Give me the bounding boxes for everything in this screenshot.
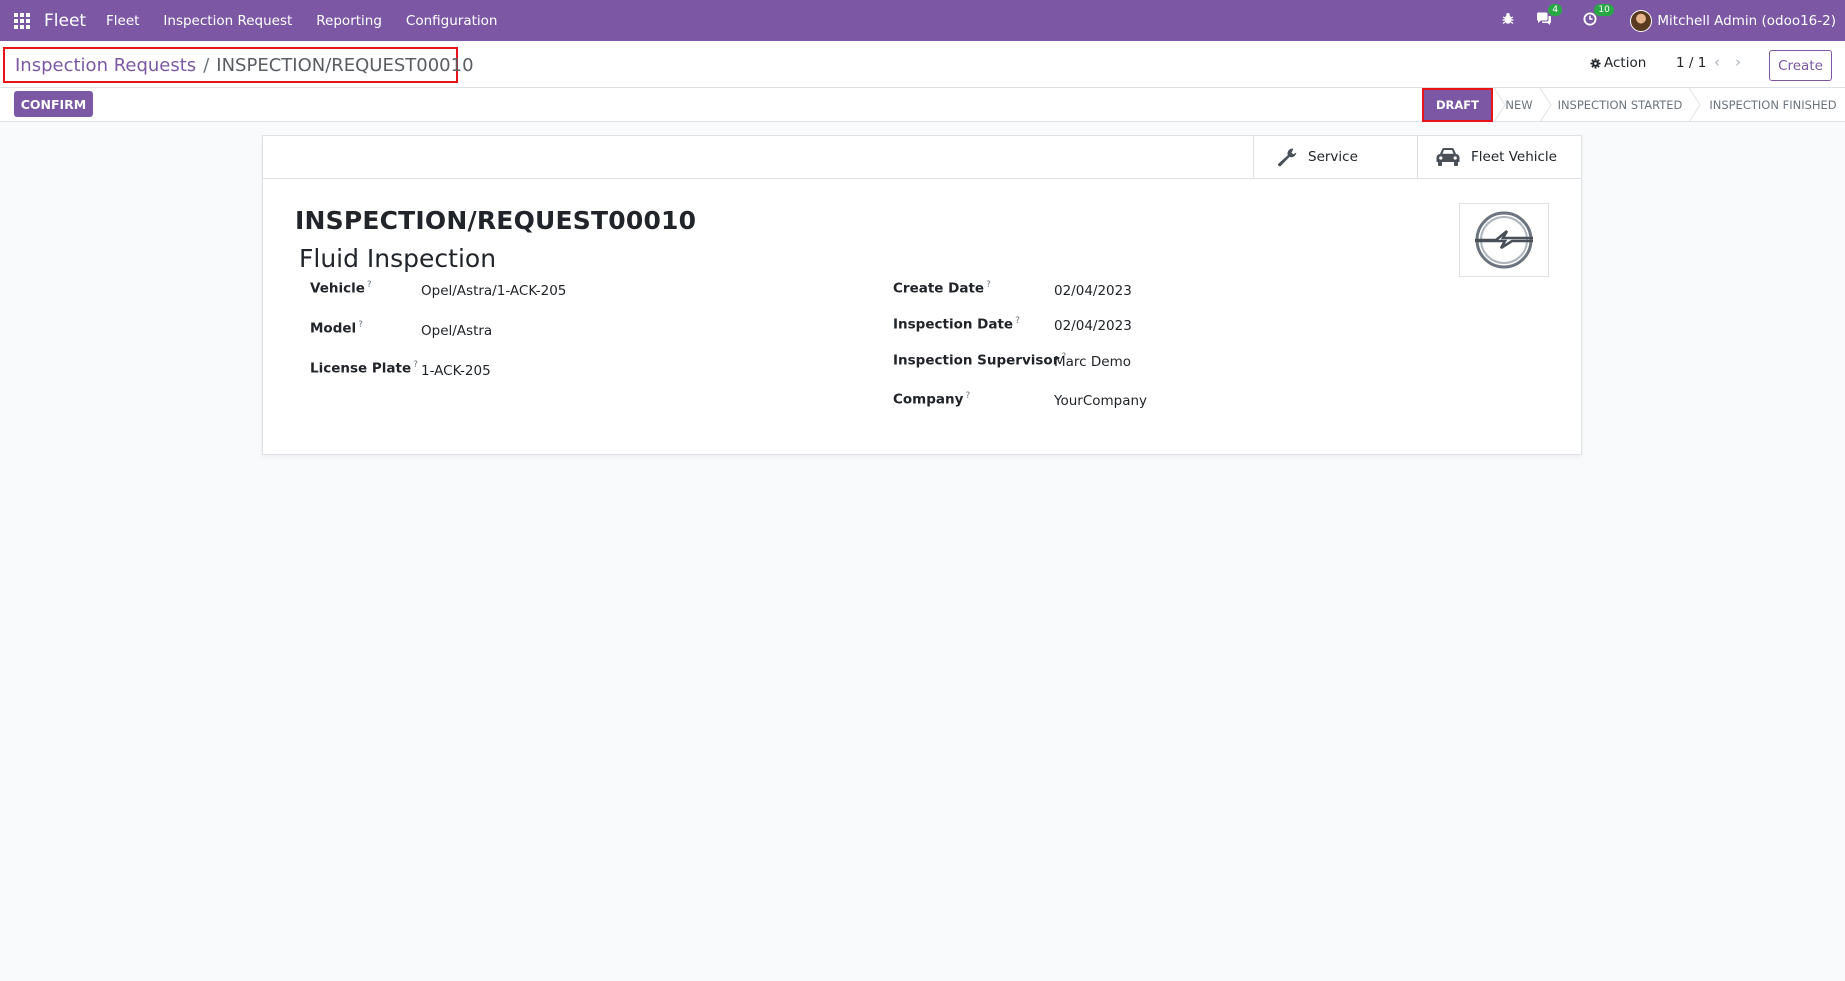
field-label-inspection-supervisor: Inspection Supervisor? <box>893 352 1067 369</box>
app-brand[interactable]: Fleet <box>44 11 86 31</box>
car-icon <box>1436 148 1460 166</box>
field-value-inspection-date[interactable]: 02/04/2023 <box>1054 318 1132 334</box>
main-menu: Fleet Inspection Request Reporting Confi… <box>106 13 521 29</box>
field-label-create-date: Create Date? <box>893 280 991 297</box>
pager-value[interactable]: 1 / 1 <box>1676 55 1706 71</box>
breadcrumb-current: INSPECTION/REQUEST00010 <box>216 54 474 76</box>
fleet-vehicle-label: Fleet Vehicle <box>1471 149 1557 165</box>
field-label-vehicle: Vehicle? <box>310 280 372 297</box>
field-value-vehicle[interactable]: Opel/Astra/1-ACK-205 <box>421 283 566 299</box>
field-label-company: Company? <box>893 391 971 408</box>
menu-item-reporting[interactable]: Reporting <box>316 13 382 29</box>
service-label: Service <box>1308 149 1358 165</box>
inspection-type[interactable]: Fluid Inspection <box>299 244 496 273</box>
gear-icon <box>1590 57 1601 69</box>
field-label-license-plate: License Plate? <box>310 360 418 377</box>
messages-chat-icon[interactable]: 4 <box>1534 3 1563 30</box>
stage-new[interactable]: NEW <box>1500 88 1538 122</box>
breadcrumb-parent-link[interactable]: Inspection Requests <box>15 55 196 76</box>
control-panel: Inspection Requests / INSPECTION/REQUEST… <box>0 41 1845 87</box>
top-navbar: Fleet Fleet Inspection Request Reporting… <box>0 0 1845 41</box>
smart-button-box: Service Fleet Vehicle <box>263 136 1581 179</box>
user-menu-name[interactable]: Mitchell Admin (odoo16-2) <box>1657 13 1836 29</box>
form-sheet: Service Fleet Vehicle INSPECTION/REQUEST… <box>262 135 1582 455</box>
apps-menu-icon[interactable] <box>14 13 30 29</box>
form-statusbar: CONFIRM DRAFT NEW INSPECTION STARTED INS… <box>0 87 1845 122</box>
activities-clock-icon[interactable]: 10 <box>1580 3 1614 30</box>
stage-arrow-divider <box>1540 88 1552 122</box>
vehicle-brand-logo[interactable] <box>1459 203 1549 277</box>
messages-count-badge: 4 <box>1548 3 1563 16</box>
stage-arrow-divider <box>1689 88 1701 122</box>
activities-count-badge: 10 <box>1594 3 1614 16</box>
menu-item-fleet[interactable]: Fleet <box>106 13 139 29</box>
breadcrumb-separator: / <box>203 54 210 76</box>
field-value-inspection-supervisor[interactable]: Marc Demo <box>1054 354 1131 370</box>
field-label-inspection-date: Inspection Date? <box>893 316 1020 333</box>
record-name: INSPECTION/REQUEST00010 <box>295 206 697 235</box>
debug-bug-icon[interactable] <box>1498 12 1518 29</box>
action-menu-button[interactable]: Action <box>1590 55 1646 71</box>
pager-previous-icon[interactable]: ‹ <box>1714 53 1720 71</box>
fleet-vehicle-smart-button[interactable]: Fleet Vehicle <box>1417 136 1581 178</box>
wrench-icon <box>1277 148 1297 167</box>
create-button[interactable]: Create <box>1769 50 1832 81</box>
navbar-systray: 4 10 Mitchell Admin (odoo16-2) <box>1498 0 1845 41</box>
stage-inspection-finished[interactable]: INSPECTION FINISHED <box>1706 88 1840 122</box>
menu-item-configuration[interactable]: Configuration <box>406 13 498 29</box>
pager-next-icon[interactable]: › <box>1735 53 1741 71</box>
field-value-create-date[interactable]: 02/04/2023 <box>1054 283 1132 299</box>
user-avatar[interactable] <box>1630 9 1653 32</box>
menu-item-inspection-request[interactable]: Inspection Request <box>163 13 292 29</box>
field-value-model[interactable]: Opel/Astra <box>421 323 492 339</box>
field-label-model: Model? <box>310 320 363 337</box>
action-label: Action <box>1604 55 1647 71</box>
opel-logo-icon <box>1475 211 1533 269</box>
breadcrumb: Inspection Requests / INSPECTION/REQUEST… <box>3 47 474 83</box>
confirm-button[interactable]: CONFIRM <box>14 91 93 117</box>
field-value-license-plate[interactable]: 1-ACK-205 <box>421 363 491 379</box>
field-value-company[interactable]: YourCompany <box>1054 393 1147 409</box>
stage-inspection-started[interactable]: INSPECTION STARTED <box>1556 88 1684 122</box>
service-smart-button[interactable]: Service <box>1253 136 1417 178</box>
stage-draft[interactable]: DRAFT <box>1422 88 1493 122</box>
